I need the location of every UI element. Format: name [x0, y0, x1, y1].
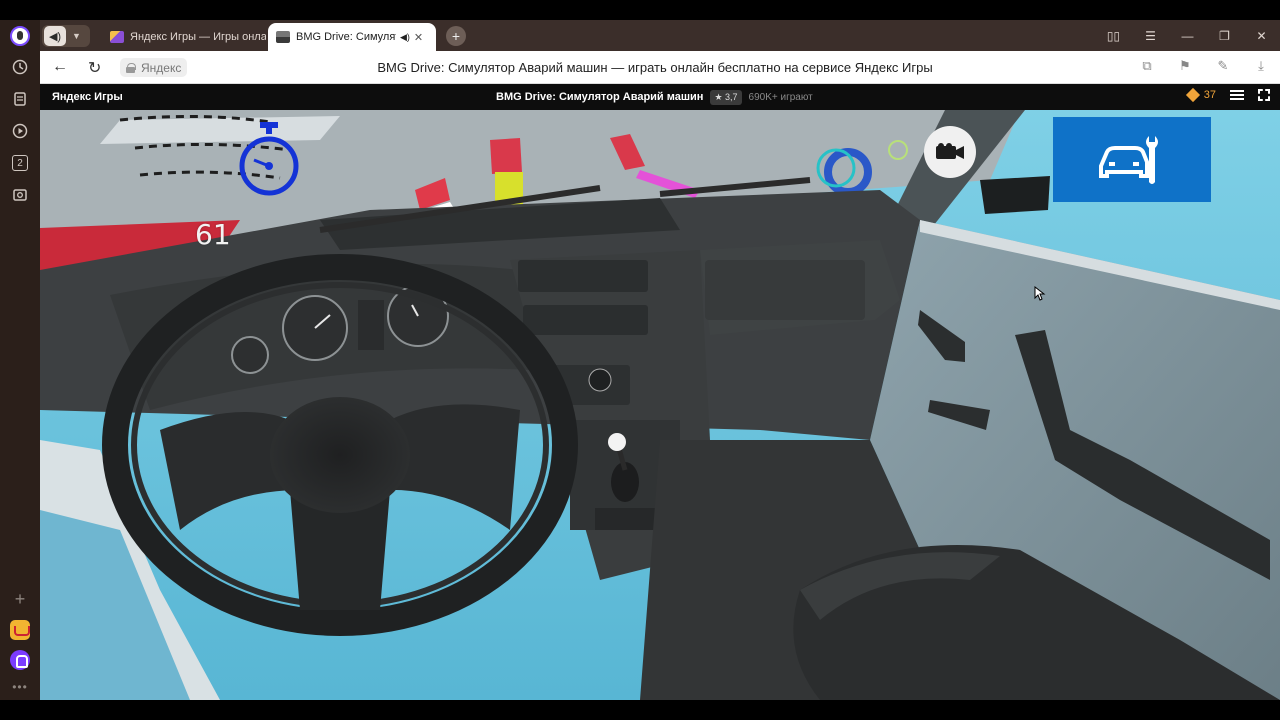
speed-readout: 61 — [195, 218, 231, 251]
reload-icon[interactable]: ↻ — [88, 58, 101, 78]
browser-sidebar: 2 + ••• — [0, 20, 40, 700]
mouse-cursor-icon — [1034, 286, 1046, 301]
lock-icon — [126, 62, 136, 73]
history-icon[interactable] — [9, 56, 31, 78]
game-canvas[interactable]: 61 — [40, 110, 1280, 700]
tab-bmg-drive[interactable]: BMG Drive: Симулятор Аварий машин ◀) ✕ — [268, 23, 436, 51]
fullscreen-icon[interactable] — [1258, 89, 1270, 101]
translate-icon[interactable]: ⧉ — [1138, 58, 1156, 74]
collections-icon[interactable] — [9, 88, 31, 110]
rating-badge: ★ 3,7 — [710, 89, 742, 105]
yandex-games-favicon — [110, 31, 124, 43]
reviews-icon[interactable]: ✎ — [1214, 58, 1232, 74]
address-bar: ← ↻ Яндекс BMG Drive: Симулятор Аварий м… — [40, 51, 1280, 84]
yandex-games-header: Яндекс Игры BMG Drive: Симулятор Аварий … — [40, 84, 1280, 110]
tab-yandex-games[interactable]: Яндекс Игры — Игры онлайн — [100, 23, 266, 51]
camera-toggle-button[interactable] — [924, 126, 976, 178]
tab-title: Яндекс Игры — Игры онлайн — [130, 31, 266, 43]
back-arrow-icon[interactable]: ← — [52, 58, 68, 76]
tabs-count-badge: 2 — [12, 155, 28, 171]
players-count: 690K+ играют — [748, 91, 813, 103]
game-favicon — [276, 31, 290, 43]
mail-icon[interactable] — [10, 620, 30, 640]
coin-icon — [1185, 87, 1200, 103]
yandex-games-logo[interactable]: Яндекс Игры — [52, 91, 123, 103]
tabs-count-icon[interactable]: 2 — [9, 152, 31, 174]
bookmark-icon[interactable]: ⚑ — [1176, 58, 1194, 74]
sound-control-button[interactable]: ◀) ▼ — [42, 25, 90, 47]
tab-strip: ◀) ▼ Яндекс Игры — Игры онлайн BMG Drive… — [40, 20, 1280, 51]
close-icon[interactable]: ✕ — [414, 31, 423, 44]
letterbox-bottom — [0, 700, 1280, 720]
chevron-down-icon: ▼ — [72, 31, 81, 41]
speaker-icon: ◀) — [44, 26, 66, 46]
coins-count: 37 — [1203, 89, 1216, 101]
download-icon[interactable]: ⤓ — [1252, 58, 1270, 74]
page-title[interactable]: BMG Drive: Симулятор Аварий машин — игра… — [220, 60, 1090, 75]
menu-icon[interactable]: ☰ — [1132, 29, 1169, 43]
site-domain: Яндекс — [141, 60, 182, 75]
profile-avatar[interactable] — [10, 26, 30, 46]
new-tab-button[interactable]: + — [446, 26, 466, 46]
game-title: BMG Drive: Симулятор Аварий машин — [496, 91, 704, 103]
stopwatch-icon[interactable] — [236, 120, 302, 203]
hamburger-menu-icon[interactable] — [1230, 90, 1244, 100]
add-panel-icon[interactable]: + — [15, 589, 26, 610]
car-repair-button[interactable] — [1053, 117, 1211, 202]
car-repair-icon — [1099, 135, 1158, 184]
more-icon[interactable]: ••• — [12, 680, 28, 694]
restore-icon[interactable]: ❐ — [1206, 29, 1243, 43]
coins-balance[interactable]: 37 — [1185, 87, 1216, 103]
alice-assistant-icon[interactable] — [10, 650, 30, 670]
video-play-icon[interactable] — [9, 120, 31, 142]
letterbox-top — [0, 0, 1280, 20]
tab-title: BMG Drive: Симулятор Аварий машин — [296, 31, 396, 43]
tab-audio-icon[interactable]: ◀) — [400, 32, 410, 43]
camera-icon — [936, 143, 964, 159]
minimize-icon[interactable]: — — [1169, 29, 1206, 43]
site-domain-pill[interactable]: Яндекс — [120, 58, 188, 77]
window-close-icon[interactable]: ✕ — [1243, 29, 1280, 43]
bookmarks-panel-icon[interactable]: ▯▯ — [1095, 29, 1132, 43]
screenshot-icon[interactable] — [9, 184, 31, 206]
